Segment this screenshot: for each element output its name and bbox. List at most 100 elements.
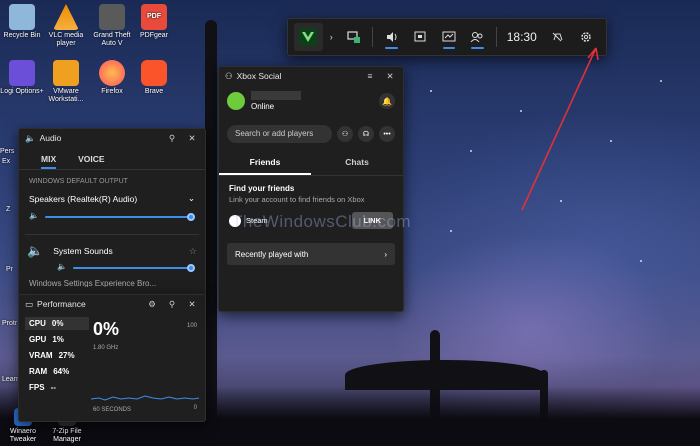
slider-thumb[interactable]: [187, 264, 195, 272]
volume-icon: 🔈: [29, 211, 39, 220]
capture-widget-button[interactable]: [340, 23, 369, 51]
separator: [495, 27, 497, 47]
expand-button[interactable]: ›: [323, 23, 340, 51]
logi-icon: [9, 60, 35, 86]
next-app-cut: Windows Settings Experience Bro...: [29, 279, 157, 287]
cpu-graph: [91, 395, 199, 401]
capture-icon: [347, 31, 361, 43]
social-header: ⚇ Xbox Social ≡ ✕: [219, 67, 403, 85]
stat-row-gpu[interactable]: GPU 1%: [25, 333, 89, 346]
audio-widget-button[interactable]: [377, 23, 406, 51]
profile-row: Online 🔔: [219, 85, 403, 111]
more-icon: •••: [383, 130, 391, 138]
close-button[interactable]: ✕: [185, 297, 199, 311]
graph-max: 100: [186, 323, 197, 329]
tab-mix[interactable]: MIX: [41, 151, 57, 169]
close-icon: ✕: [386, 70, 394, 81]
speaker-large-icon: 🔈: [27, 243, 44, 258]
section-label: WINDOWS DEFAULT OUTPUT: [29, 178, 128, 185]
close-button[interactable]: ✕: [185, 131, 199, 145]
star: [430, 90, 432, 92]
performance-title: Performance: [37, 299, 86, 309]
options-button[interactable]: ≡: [363, 69, 377, 83]
audio-header: 🔈 Audio ⚲ ✕: [19, 129, 205, 147]
performance-icon: [442, 31, 456, 42]
tab-friends[interactable]: Friends: [219, 151, 311, 175]
speaker-icon: [386, 32, 397, 42]
vlc-icon: [53, 4, 79, 30]
output-device-select[interactable]: Speakers (Realtek(R) Audio) ⌄: [19, 185, 205, 204]
slider-track: [73, 267, 191, 269]
performance-widget-button[interactable]: [435, 23, 464, 51]
social-tabs: Friends Chats: [219, 151, 403, 176]
app-name: System Sounds: [53, 246, 113, 256]
search-input[interactable]: Search or add players: [227, 125, 332, 143]
pdfgear-icon: PDF: [141, 4, 167, 30]
social-widget-button[interactable]: [463, 23, 492, 51]
cactus: [205, 20, 217, 446]
chevron-right-icon: ›: [329, 32, 333, 42]
chevron-down-icon: ⌄: [187, 193, 195, 203]
frequency: 1.80 GHz: [93, 345, 119, 351]
app-volume-slider[interactable]: 🔈: [19, 259, 205, 277]
stat-row-vram[interactable]: VRAM 27%: [25, 349, 89, 362]
slider-thumb[interactable]: [187, 213, 195, 221]
desktop-icon-vlc[interactable]: VLC media player: [44, 4, 88, 48]
notifications-button[interactable]: 🔔: [379, 93, 395, 109]
desktop-icon-fragment[interactable]: Pers: [0, 148, 20, 156]
tab-voice[interactable]: VOICE: [78, 151, 104, 169]
stat-row-fps[interactable]: FPS --: [25, 381, 89, 394]
pin-button[interactable]: ⚲: [165, 131, 179, 145]
graph-min: 0: [193, 405, 197, 411]
close-icon: ✕: [188, 298, 196, 309]
add-friend-button[interactable]: ⚇: [337, 126, 353, 142]
device-volume-slider[interactable]: 🔈: [19, 208, 205, 226]
audio-title: Audio: [39, 133, 62, 143]
app-row: 🔈 System Sounds ☆: [19, 235, 205, 259]
audio-widget: 🔈 Audio ⚲ ✕ MIX VOICE WINDOWS DEFAULT OU…: [18, 128, 206, 298]
separator: [372, 27, 374, 47]
resources-icon: [414, 31, 426, 42]
desktop-icon-logi[interactable]: Logi Options+: [0, 60, 44, 96]
brave-icon: [141, 60, 167, 86]
star-icon[interactable]: ☆: [189, 246, 197, 257]
find-friends-title: Find your friends: [229, 184, 295, 193]
resources-widget-button[interactable]: [406, 23, 435, 51]
sliders-icon: ≡: [367, 71, 373, 81]
headset-icon: ☊: [362, 131, 370, 138]
desktop-icon-vmware[interactable]: VMware Workstati...: [44, 60, 88, 104]
avatar[interactable]: [227, 92, 245, 110]
pin-icon: ⚲: [168, 298, 176, 309]
desktop-icon-gta[interactable]: Grand Theft Auto V: [90, 4, 134, 48]
audio-tabs: MIX VOICE: [19, 147, 205, 170]
more-button[interactable]: •••: [379, 126, 395, 142]
star: [470, 150, 472, 152]
pin-button[interactable]: ⚲: [165, 297, 179, 311]
annotation-arrow: [521, 47, 599, 211]
recently-played-row[interactable]: Recently played with ›: [227, 243, 395, 265]
find-friends-desc: Link your account to find friends on Xbo…: [229, 195, 365, 204]
watermark: TheWindowsClub.com: [232, 212, 412, 231]
performance-header: ▭ Performance ⚙ ⚲ ✕: [19, 295, 205, 313]
tab-chats[interactable]: Chats: [311, 151, 403, 175]
close-button[interactable]: ✕: [383, 69, 397, 83]
xbox-logo-icon: [299, 28, 318, 46]
star: [450, 230, 452, 232]
search-row: Search or add players ⚇ ☊ •••: [219, 111, 403, 143]
stat-row-cpu[interactable]: CPU 0%: [25, 317, 89, 330]
online-status: Online: [251, 102, 275, 111]
close-icon: ✕: [188, 132, 196, 143]
options-button[interactable]: ⚙: [145, 297, 159, 311]
xbox-logo-button[interactable]: [294, 23, 323, 51]
desktop-icon-firefox[interactable]: Firefox: [90, 60, 134, 96]
desktop-icon-brave[interactable]: Brave: [132, 60, 176, 96]
people-icon: [471, 32, 483, 43]
headset-button[interactable]: ☊: [358, 126, 374, 142]
star: [640, 260, 642, 262]
stats-list: CPU 0% GPU 1% VRAM 27% RAM 64% FPS --: [25, 317, 89, 394]
profile-info: Online: [251, 91, 301, 111]
device-name: Speakers (Realtek(R) Audio): [29, 193, 138, 204]
stat-row-ram[interactable]: RAM 64%: [25, 365, 89, 378]
desktop-icon-pdfgear[interactable]: PDF PDFgear: [132, 4, 176, 40]
desktop-icon-recycle-bin[interactable]: Recycle Bin: [0, 4, 44, 40]
